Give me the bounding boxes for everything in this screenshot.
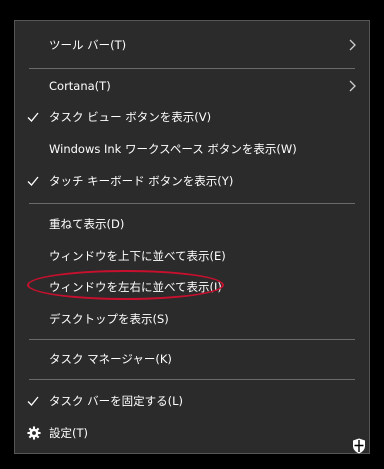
menu-item-label: 重ねて表示(D) [49,217,125,231]
menu-item-show-task-view-button[interactable]: タスク ビュー ボタンを表示(V) [15,102,369,132]
separator [29,339,355,340]
menu-item-cascade-windows[interactable]: 重ねて表示(D) [15,209,369,239]
menu-item-cortana[interactable]: Cortana(T) [15,71,369,101]
menu-item-label: ウィンドウを上下に並べて表示(E) [49,249,226,263]
menu-item-label: タスク バーを固定する(L) [49,394,184,408]
gear-icon [27,426,41,440]
menu-item-side-by-side-windows[interactable]: ウィンドウを左右に並べて表示(I) [15,272,369,302]
checkmark-icon [27,112,39,122]
separator [29,68,355,69]
menu-item-lock-taskbar[interactable]: タスク バーを固定する(L) [15,386,369,416]
chevron-right-icon [349,39,356,51]
menu-item-show-windows-ink-button[interactable]: Windows Ink ワークスペース ボタンを表示(W) [15,134,369,164]
menu-item-label: Cortana(T) [49,79,111,93]
menu-item-show-desktop[interactable]: デスクトップを表示(S) [15,304,369,334]
menu-item-stack-windows[interactable]: ウィンドウを上下に並べて表示(E) [15,241,369,271]
menu-item-label: タスク マネージャー(K) [49,352,172,366]
menu-item-settings[interactable]: 設定(T) [15,418,369,448]
menu-item-label: タッチ キーボード ボタンを表示(Y) [49,174,234,188]
menu-item-toolbars[interactable]: ツール バー(T) [15,30,369,60]
desktop: ツール バー(T) Cortana(T) タスク ビュー ボタンを表示(V) W… [0,0,384,469]
shield-icon[interactable] [352,438,366,454]
separator [29,203,355,204]
menu-item-label: 設定(T) [49,426,88,440]
chevron-right-icon [349,80,356,92]
menu-item-label: タスク ビュー ボタンを表示(V) [49,110,212,124]
menu-item-label: ツール バー(T) [49,38,127,52]
checkmark-icon [27,176,39,186]
taskbar-context-menu: ツール バー(T) Cortana(T) タスク ビュー ボタンを表示(V) W… [14,20,370,454]
menu-item-label: Windows Ink ワークスペース ボタンを表示(W) [49,142,297,156]
menu-item-task-manager[interactable]: タスク マネージャー(K) [15,344,369,374]
separator [29,379,355,380]
menu-item-show-touch-keyboard-button[interactable]: タッチ キーボード ボタンを表示(Y) [15,166,369,196]
menu-item-label: ウィンドウを左右に並べて表示(I) [49,280,222,294]
checkmark-icon [27,396,39,406]
menu-item-label: デスクトップを表示(S) [49,312,169,326]
